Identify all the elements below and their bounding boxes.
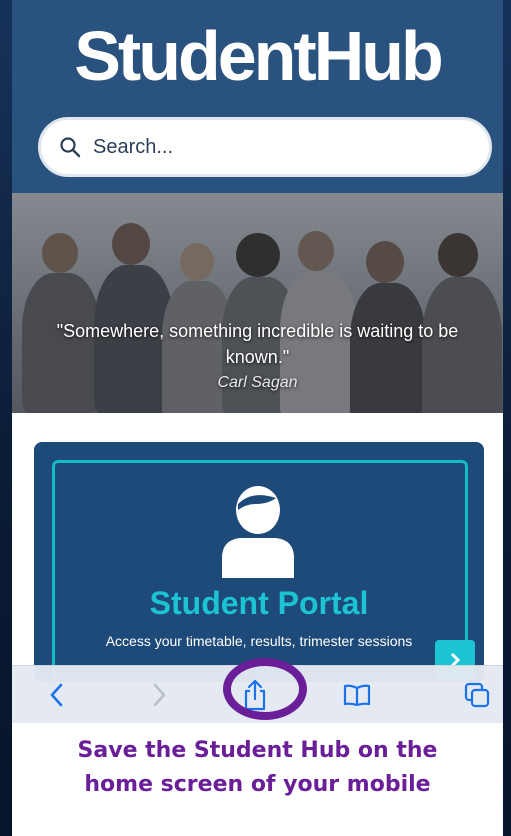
search-icon bbox=[60, 137, 81, 158]
bookmarks-icon bbox=[343, 684, 371, 706]
instruction-caption: Save the Student Hub on the home screen … bbox=[12, 734, 503, 802]
share-highlight-ring bbox=[223, 658, 307, 720]
student-portal-title[interactable]: Student Portal bbox=[34, 585, 484, 622]
caption-line-1: Save the Student Hub on the bbox=[77, 738, 438, 763]
forward-icon bbox=[153, 683, 166, 706]
caption-line-2: home screen of your mobile bbox=[84, 772, 431, 797]
tabs-icon bbox=[464, 682, 490, 707]
forward-button[interactable] bbox=[134, 666, 184, 723]
back-button[interactable] bbox=[32, 666, 82, 723]
tabs-button[interactable] bbox=[452, 666, 502, 723]
background-right bbox=[503, 0, 511, 836]
search-bar[interactable]: Search... bbox=[38, 117, 492, 177]
student-portal-description: Access your timetable, results, trimeste… bbox=[105, 633, 413, 649]
bookmarks-button[interactable] bbox=[332, 666, 382, 723]
phone-screen: StudentHub Search... "Somewhere, somethi… bbox=[12, 0, 503, 836]
search-input[interactable]: Search... bbox=[93, 136, 173, 159]
app-header: StudentHub Search... bbox=[12, 0, 503, 193]
back-icon bbox=[50, 683, 63, 706]
app-logo[interactable]: StudentHub bbox=[12, 14, 503, 98]
hero-quote-author: Carl Sagan bbox=[217, 374, 298, 391]
user-icon bbox=[222, 486, 294, 578]
hero-quote: "Somewhere, something incredible is wait… bbox=[56, 321, 459, 367]
